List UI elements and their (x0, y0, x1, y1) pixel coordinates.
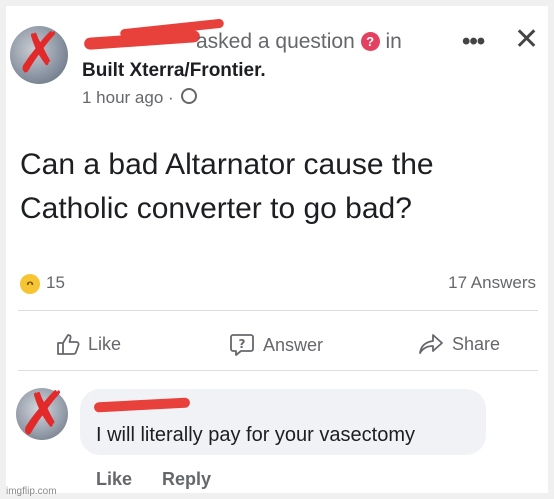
asked-text: asked a question (196, 30, 355, 53)
answer-label: Answer (263, 334, 324, 355)
question-bubble-icon: ? (230, 334, 254, 356)
avatar-redaction-x: ✗ (16, 21, 63, 86)
comment-text: I will literally pay for your vasectomy (96, 424, 415, 446)
share-arrow-icon (419, 334, 443, 354)
meta-separator: · (168, 88, 174, 107)
watermark: imgflip.com (6, 486, 57, 497)
share-button[interactable]: Share (418, 333, 500, 355)
reaction-count[interactable]: 15 (46, 273, 65, 293)
answer-button[interactable]: ? Answer (229, 333, 323, 357)
haha-reaction-icon[interactable]: ᴖ (20, 274, 40, 294)
like-button[interactable]: Like (56, 333, 121, 355)
in-text: in (385, 30, 402, 53)
globe-icon (181, 88, 198, 104)
thumbs-up-icon (57, 334, 80, 355)
share-label: Share (452, 333, 501, 354)
asked-question-line: asked a question ? in (196, 30, 402, 54)
timestamp-link[interactable]: 1 hour ago (82, 88, 163, 107)
like-label: Like (88, 333, 122, 354)
divider (18, 370, 538, 371)
comment-reply-button[interactable]: Reply (162, 469, 211, 490)
post-meta: 1 hour ago · (82, 88, 198, 108)
answers-count-link[interactable]: 17 Answers (448, 273, 536, 293)
comment-like-button[interactable]: Like (96, 469, 132, 490)
question-badge-icon: ? (360, 32, 380, 51)
close-button[interactable]: ✕ (514, 22, 539, 57)
avatar-redaction-x: ✗ (18, 379, 69, 449)
question-text: Can a bad Altarnator cause the Catholic … (20, 148, 434, 225)
svg-text:?: ? (239, 337, 246, 351)
group-name-link[interactable]: Built Xterra/Frontier. (82, 60, 266, 82)
divider (18, 310, 538, 311)
more-options-button[interactable]: ••• (462, 28, 485, 56)
